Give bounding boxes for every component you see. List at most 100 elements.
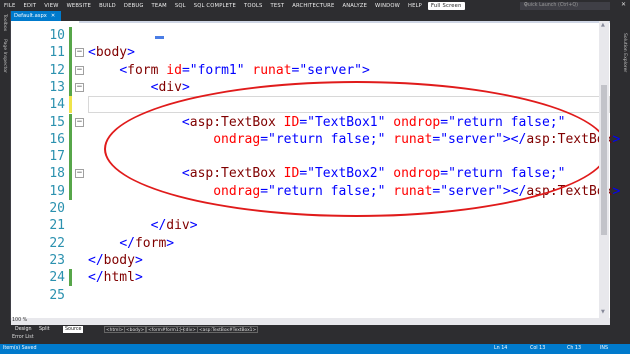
- change-indicator: [69, 130, 72, 149]
- source-view-button[interactable]: Source: [63, 326, 84, 333]
- vertical-scrollbar[interactable]: ▲ ▼: [599, 21, 609, 318]
- line-number: 23: [49, 252, 65, 268]
- error-list-tab[interactable]: Error List: [12, 335, 34, 340]
- breadcrumb-html[interactable]: <html>: [104, 326, 126, 333]
- code-line[interactable]: 12− <form id="form1" runat="server">: [11, 61, 610, 79]
- code-text: <body>: [88, 45, 135, 61]
- code-line[interactable]: 11− <body>: [11, 44, 610, 62]
- change-indicator: [69, 113, 72, 131]
- menu-item-debug[interactable]: DEBUG: [120, 3, 148, 9]
- status-column: Col 13: [530, 346, 546, 351]
- menu-item-analyze[interactable]: ANALYZE: [338, 3, 371, 9]
- toolbox-tab[interactable]: Toolbox: [2, 14, 7, 31]
- right-tool-strip: Solution Explorer: [620, 11, 630, 321]
- editor-top-strip: [11, 21, 610, 23]
- collapse-icon[interactable]: −: [75, 117, 84, 127]
- highlight-annotation-ellipse: [104, 81, 609, 217]
- line-number: 20: [49, 201, 65, 216]
- status-char: Ch 13: [567, 346, 582, 351]
- editor-bottom-bar: 100 %: [11, 318, 610, 325]
- solution-explorer-tab[interactable]: Solution Explorer: [622, 33, 627, 72]
- change-indicator: [69, 96, 72, 114]
- document-tabs: Default.aspx ✕: [11, 11, 630, 21]
- error-list-panel: Error List: [0, 334, 630, 344]
- menu-item-sql-complete[interactable]: SQL COMPLETE: [190, 3, 240, 9]
- line-number: 10: [49, 28, 65, 43]
- menu-item-architecture[interactable]: ARCHITECTURE: [288, 3, 338, 9]
- quick-launch-input[interactable]: Quick Launch (Ctrl+Q) ⚲: [520, 2, 610, 10]
- change-indicator: [69, 78, 72, 97]
- status-mode: INS: [600, 346, 609, 351]
- close-icon[interactable]: ✕: [621, 1, 626, 8]
- code-text: </body>: [88, 252, 143, 268]
- code-text: </div>: [150, 218, 198, 234]
- collapse-icon[interactable]: −: [75, 82, 84, 92]
- split-view-button[interactable]: Split: [37, 326, 52, 333]
- collapse-icon[interactable]: −: [75, 65, 84, 75]
- code-line[interactable]: 21 </div>: [11, 217, 610, 234]
- change-indicator: [69, 27, 72, 45]
- code-line[interactable]: 24 </html>: [11, 269, 610, 287]
- status-bar: Item(s) Saved Ln 14 Col 13 Ch 13 INS: [0, 344, 630, 354]
- change-indicator: [69, 61, 72, 79]
- status-line: Ln 14: [494, 346, 508, 351]
- menu-item-sql[interactable]: SQL: [171, 3, 190, 9]
- design-view-button[interactable]: Design: [13, 326, 34, 333]
- breadcrumb-form[interactable]: <form#form1>: [146, 326, 185, 333]
- tab-close-icon[interactable]: ✕: [51, 13, 55, 19]
- menu-item-build[interactable]: BUILD: [95, 3, 120, 9]
- search-icon: ⚲: [524, 3, 528, 8]
- menu-item-test[interactable]: TEST: [266, 3, 288, 9]
- change-indicator: [69, 269, 72, 287]
- full-screen-button[interactable]: Full Screen: [428, 1, 465, 10]
- tab-default-aspx[interactable]: Default.aspx ✕: [11, 11, 62, 21]
- code-text: </form>: [119, 235, 175, 251]
- line-number: 21: [49, 218, 65, 234]
- line-number: 11: [49, 45, 65, 61]
- collapse-icon[interactable]: −: [75, 169, 84, 179]
- code-text: </html>: [88, 270, 143, 286]
- view-bar: Design Split Source <html> <body> <form#…: [11, 325, 610, 334]
- code-line[interactable]: 25: [11, 287, 610, 304]
- breadcrumb-textbox[interactable]: <asp:TextBox#TextBox1>: [197, 326, 259, 333]
- change-indicator: [69, 182, 72, 200]
- menu-item-help[interactable]: HELP: [404, 3, 426, 9]
- change-indicator: [69, 44, 72, 62]
- menu-item-window[interactable]: WINDOW: [371, 3, 404, 9]
- line-number: 17: [49, 149, 65, 165]
- menu-item-edit[interactable]: EDIT: [19, 3, 40, 9]
- menu-item-file[interactable]: FILE: [0, 3, 19, 9]
- menu-item-view[interactable]: VIEW: [40, 3, 62, 9]
- change-indicator: [69, 148, 72, 166]
- line-number: 16: [49, 131, 65, 147]
- left-tool-strip: Toolbox Page Inspector: [0, 11, 11, 321]
- breadcrumb-div[interactable]: <div>: [180, 326, 198, 333]
- tab-label: Default.aspx: [14, 13, 47, 19]
- line-number: 24: [49, 270, 65, 286]
- line-number: 25: [49, 287, 65, 303]
- status-message: Item(s) Saved: [3, 346, 37, 351]
- line-number: 13: [49, 79, 65, 95]
- scrollbar-thumb[interactable]: [601, 85, 607, 235]
- menu-item-tools[interactable]: TOOLS: [240, 3, 267, 9]
- line-number: 22: [49, 235, 65, 251]
- code-line[interactable]: 22 </form>: [11, 235, 610, 252]
- code-line[interactable]: 23 </body>: [11, 252, 610, 269]
- menu-item-website[interactable]: WEBSITE: [63, 3, 96, 9]
- menu-item-team[interactable]: TEAM: [148, 3, 171, 9]
- collapse-icon[interactable]: −: [75, 48, 84, 58]
- smart-tag-marker[interactable]: [155, 36, 164, 39]
- line-number: 19: [49, 183, 65, 199]
- code-line[interactable]: 10: [11, 27, 610, 45]
- line-number: 12: [49, 62, 65, 78]
- breadcrumb-body[interactable]: <body>: [124, 326, 147, 333]
- code-text: <div>: [150, 79, 190, 95]
- zoom-level[interactable]: 100 %: [12, 318, 27, 323]
- scroll-up-icon[interactable]: ▲: [601, 22, 605, 28]
- page-inspector-tab[interactable]: Page Inspector: [2, 39, 7, 73]
- line-number: 18: [49, 166, 65, 182]
- scroll-down-icon[interactable]: ▼: [601, 309, 605, 315]
- line-number: 15: [49, 114, 65, 130]
- line-number: 14: [49, 97, 65, 113]
- code-text: <form id="form1" runat="server">: [119, 62, 370, 78]
